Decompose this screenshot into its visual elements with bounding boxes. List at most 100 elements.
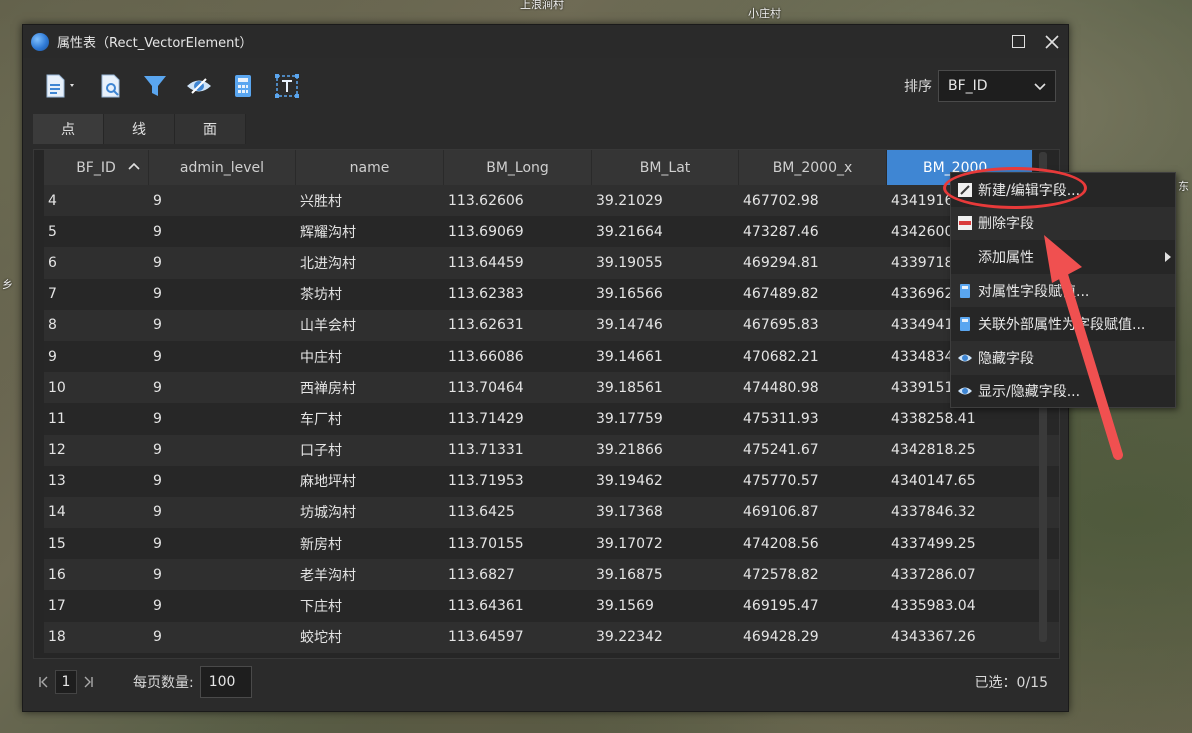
table-cell: 113.6827 <box>448 566 515 583</box>
table-cell: 39.14661 <box>596 348 663 365</box>
table-row[interactable]: 15 9 新房村 113.70155 39.17072 474208.56 4337499.… <box>44 528 1059 560</box>
table-cell: 蛟坨村 <box>300 630 342 647</box>
window-title: 属性表（Rect_VectorElement） <box>57 36 253 51</box>
tab-line[interactable]: 线 <box>104 114 175 144</box>
visibility-button[interactable] <box>179 66 219 106</box>
table-cell: 4335983.04 <box>891 598 976 615</box>
table-row[interactable]: 11 9 车厂村 113.71429 39.17759 475311.93 4338258.… <box>44 403 1059 435</box>
table-cell: 467489.82 <box>743 286 819 303</box>
table-cell: 9 <box>153 566 162 583</box>
text-field-button[interactable] <box>267 66 307 106</box>
column-header-admin-level[interactable]: admin_level <box>149 150 296 185</box>
column-header-bm-lat[interactable]: BM_Lat <box>592 150 739 185</box>
attribute-table: BF_ID admin_level name BM_Long BM_Lat BM… <box>33 149 1060 659</box>
export-icon <box>46 74 74 98</box>
table-cell: 113.71953 <box>448 473 524 490</box>
highlight-oval-annotation <box>943 167 1087 209</box>
first-page-button[interactable] <box>33 670 55 694</box>
table-cell: 山羊会村 <box>300 318 356 335</box>
table-cell: 12 <box>48 442 66 459</box>
table-cell: 9 <box>153 286 162 303</box>
column-header-bm-long[interactable]: BM_Long <box>444 150 592 185</box>
column-header-bf-id[interactable]: BF_ID <box>44 150 149 185</box>
table-cell: 下庄村 <box>300 599 342 616</box>
table-cell: 9 <box>153 504 162 521</box>
table-cell: 39.21664 <box>596 223 663 240</box>
table-row[interactable]: 4 9 兴胜村 113.62606 39.21029 467702.98 4341916.… <box>44 185 1059 217</box>
column-header-bm-2000-x[interactable]: BM_2000_x <box>739 150 887 185</box>
maximize-button[interactable] <box>1002 25 1035 58</box>
table-cell: 39.19055 <box>596 254 663 271</box>
table-cell: 9 <box>153 473 162 490</box>
table-cell: 4343367.26 <box>891 629 976 646</box>
zoom-to-feature-button[interactable] <box>91 66 131 106</box>
tab-point[interactable]: 点 <box>33 114 104 144</box>
title-bar[interactable]: 属性表（Rect_VectorElement） <box>23 25 1068 58</box>
table-row[interactable]: 14 9 坊城沟村 113.6425 39.17368 469106.87 4337846.… <box>44 496 1059 529</box>
column-header-name[interactable]: name <box>296 150 444 185</box>
selected-count: 已选：0/15 <box>974 675 1048 691</box>
table-cell: 467695.83 <box>743 317 819 334</box>
per-page-input[interactable]: 100 <box>199 666 252 698</box>
table-cell: 475311.93 <box>743 410 819 427</box>
table-cell: 14 <box>48 504 66 521</box>
table-cell: 113.66086 <box>448 348 524 365</box>
calculator-button[interactable] <box>223 66 263 106</box>
table-cell: 39.1569 <box>596 598 654 615</box>
per-page-label: 每页数量: <box>133 675 194 691</box>
table-cell: 9 <box>153 535 162 552</box>
table-cell: 北进沟村 <box>300 255 356 272</box>
table-row[interactable]: 7 9 茶坊村 113.62383 39.16566 467489.82 4336962.… <box>44 278 1059 310</box>
table-cell: 西禅房村 <box>300 380 356 397</box>
close-button[interactable] <box>1035 25 1068 58</box>
table-row[interactable]: 10 9 西禅房村 113.70464 39.18561 474480.98 4339151… <box>44 372 1059 404</box>
table-row[interactable]: 5 9 辉耀沟村 113.69069 39.21664 473287.46 4342600.… <box>44 216 1059 248</box>
table-cell: 中庄村 <box>300 349 342 366</box>
table-row[interactable]: 8 9 山羊会村 113.62631 39.14746 467695.83 4334941.… <box>44 309 1059 341</box>
table-cell: 13 <box>48 473 66 490</box>
filter-icon <box>144 76 166 96</box>
filter-button[interactable] <box>135 66 175 106</box>
table-cell: 113.70155 <box>448 535 524 552</box>
calculator-icon <box>235 75 251 97</box>
table-cell: 474480.98 <box>743 379 819 396</box>
last-page-button[interactable] <box>77 670 99 694</box>
table-cell: 113.62631 <box>448 317 524 334</box>
table-cell: 坊城沟村 <box>300 505 356 522</box>
current-page-number[interactable]: 1 <box>55 670 77 694</box>
sort-field-select[interactable]: BF_ID <box>938 70 1056 102</box>
table-cell: 469428.29 <box>743 629 819 646</box>
table-row[interactable]: 9 9 中庄村 113.66086 39.14661 470682.21 4334834.… <box>44 340 1059 373</box>
table-cell: 8 <box>48 317 57 334</box>
table-row[interactable]: 18 9 蛟坨村 113.64597 39.22342 469428.29 4343367.… <box>44 621 1059 653</box>
tab-polygon[interactable]: 面 <box>175 114 246 144</box>
table-cell: 9 <box>48 348 57 365</box>
attribute-table-window: 属性表（Rect_VectorElement） 排序 BF_ID 点 线 面 B… <box>22 24 1069 712</box>
table-cell: 113.64361 <box>448 598 524 615</box>
table-row[interactable]: 13 9 麻地坪村 113.71953 39.19462 475770.57 4340147… <box>44 465 1059 497</box>
table-cell: 113.70464 <box>448 379 524 396</box>
hide-eye-icon <box>958 354 972 362</box>
table-cell: 10 <box>48 379 66 396</box>
table-cell: 9 <box>153 410 162 427</box>
geometry-tabs: 点 线 面 <box>33 114 1068 144</box>
table-row[interactable]: 17 9 下庄村 113.64361 39.1569 469195.47 4335983.0… <box>44 590 1059 622</box>
table-cell: 11 <box>48 410 66 427</box>
show-hide-eye-icon <box>958 387 972 395</box>
toolbar: 排序 BF_ID <box>23 58 1068 114</box>
table-cell: 9 <box>153 348 162 365</box>
sort-label: 排序 <box>904 79 932 95</box>
table-row[interactable]: 6 9 北进沟村 113.64459 39.19055 469294.81 4339718.… <box>44 247 1059 279</box>
table-cell: 9 <box>153 598 162 615</box>
table-row[interactable]: 12 9 口子村 113.71331 39.21866 475241.67 4342818.… <box>44 434 1059 466</box>
table-cell: 39.19462 <box>596 473 663 490</box>
table-cell: 113.71429 <box>448 410 524 427</box>
export-button[interactable] <box>35 66 87 106</box>
table-cell: 茶坊村 <box>300 287 342 304</box>
table-cell: 4337499.25 <box>891 535 976 552</box>
map-label: 小庄村 <box>748 7 781 20</box>
table-cell: 39.17072 <box>596 535 663 552</box>
table-cell: 472578.82 <box>743 566 819 583</box>
table-cell: 车厂村 <box>300 411 342 428</box>
table-row[interactable]: 16 9 老羊沟村 113.6827 39.16875 472578.82 4337286.… <box>44 559 1059 591</box>
